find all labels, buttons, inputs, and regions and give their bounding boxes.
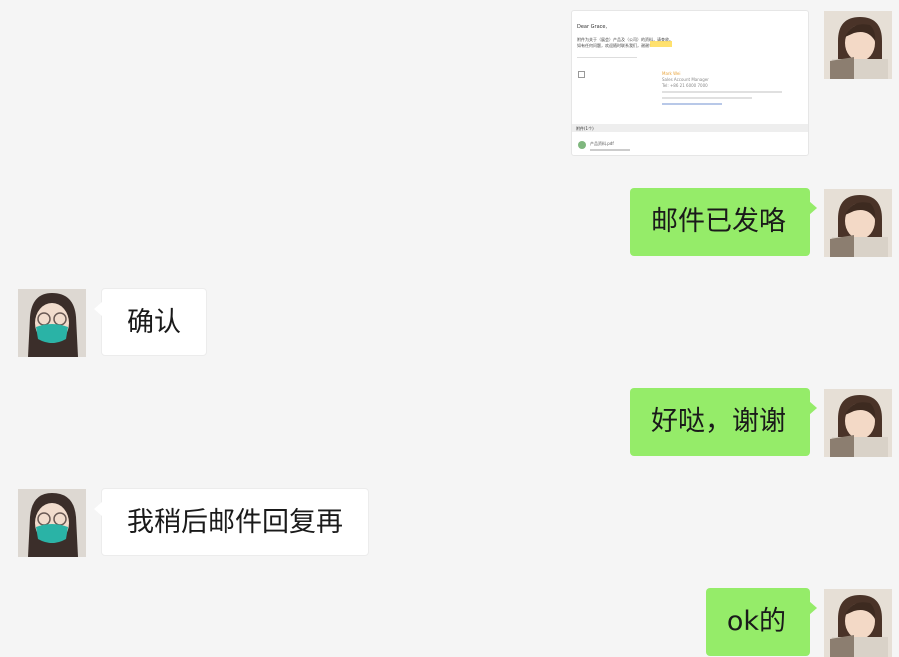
signature-rule [662,97,752,99]
attachment-name: 产品资料.pdf [590,141,614,146]
signature-name: Mark Wei [662,71,681,76]
message-bubble-incoming[interactable]: 我稍后邮件回复再 [94,488,369,556]
avatar-photo [824,589,892,657]
signature-line: Sales Account Manager [662,77,709,82]
signature-line: Tel: +86 21 6000 7000 [662,83,708,88]
email-screenshot-image[interactable]: Dear Grace, 附件为关于（展会）产品及（公司）的资料，请查收。 如有任… [571,10,809,156]
logo-icon [578,71,585,78]
email-greeting: Dear Grace, [577,24,608,30]
message-bubble-outgoing[interactable]: 邮件已发咯 [630,188,817,256]
highlight-mark [650,41,672,47]
signature-rule [662,91,782,93]
my-avatar[interactable] [824,589,892,657]
attachment-icon [578,141,586,149]
avatar-photo [824,189,892,257]
email-body-line: 如有任何问题，欢迎随时联系我们，谢谢！ [577,43,653,48]
avatar-photo [824,389,892,457]
my-avatar[interactable] [824,11,892,79]
attachments-bar [572,124,808,132]
my-avatar[interactable] [824,389,892,457]
my-avatar[interactable] [824,189,892,257]
contact-avatar[interactable] [18,489,86,557]
signature-link [662,103,722,105]
avatar-photo [824,11,892,79]
divider [577,57,637,58]
message-bubble-outgoing[interactable]: 好哒，谢谢 [630,388,817,456]
attachments-header: 附件(1个) [576,126,594,131]
contact-avatar[interactable] [18,289,86,357]
avatar-photo [18,489,86,557]
attachment-meta [590,149,630,151]
message-bubble-incoming[interactable]: 确认 [94,288,207,356]
avatar-photo [18,289,86,357]
